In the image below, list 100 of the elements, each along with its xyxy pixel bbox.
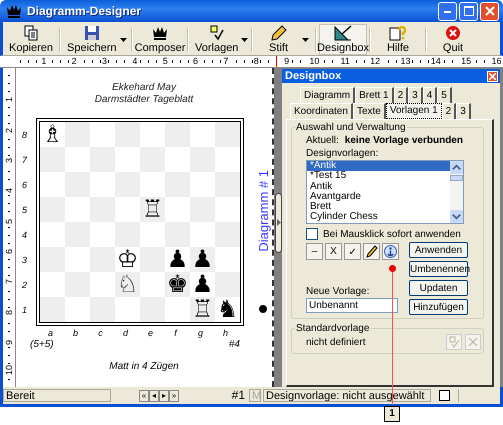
file-label: b [72, 328, 79, 338]
rank-label: 3 [22, 254, 28, 266]
tab[interactable]: Koordinaten [290, 103, 353, 119]
tab[interactable]: 4 [422, 87, 438, 103]
scroll-down-icon[interactable] [450, 210, 463, 223]
tab[interactable]: Diagramm [300, 87, 356, 103]
help-icon [388, 25, 407, 41]
toolbar-button[interactable]: Designbox [319, 24, 367, 55]
toolbar-button[interactable]: Kopieren [5, 24, 57, 55]
new-template-label: Neue Vorlage: [306, 286, 370, 297]
file-label: d [122, 328, 130, 338]
list-item[interactable]: *Test 15 [307, 171, 450, 182]
scroll-up-icon[interactable] [450, 161, 463, 174]
ruler-number: 3 [4, 157, 14, 164]
chess-piece: ♟ [166, 247, 188, 272]
tab[interactable]: Vorlagen 1 [386, 103, 442, 119]
list-item[interactable]: Avantgarde [307, 192, 450, 202]
callout-label: 1 [384, 406, 400, 422]
board-square [40, 147, 65, 172]
list-item[interactable]: Antik [307, 182, 450, 192]
chess-piece: ♔ [116, 247, 138, 272]
ruler-number: 8 [252, 56, 260, 67]
ruler-number: 10 [4, 364, 14, 376]
copy-icon [23, 25, 39, 41]
pencil-icon [366, 245, 378, 258]
ruler-number: 4 [4, 187, 14, 194]
current-label: Aktuell: [306, 135, 339, 146]
crown-icon [6, 4, 22, 18]
board-square [65, 122, 90, 147]
close-icon [484, 6, 494, 16]
list-item[interactable]: Cylinder Chess [307, 212, 450, 223]
scroll-thumb[interactable] [450, 175, 463, 181]
navigation-button[interactable]: » [169, 390, 179, 402]
push-button[interactable]: Hinzufügen [409, 299, 468, 315]
tab[interactable]: Texte [352, 103, 386, 119]
stipulation-code: #4 [228, 339, 240, 350]
pencil-button[interactable] [363, 243, 380, 260]
tab[interactable]: Brett 1 [355, 87, 394, 103]
tab[interactable]: 2 [394, 87, 408, 103]
navigation-button[interactable]: ◂ [149, 390, 159, 402]
tab[interactable]: 2 [442, 103, 456, 119]
rank-label: 8 [22, 128, 28, 142]
icon-button[interactable]: ✓ [344, 243, 361, 260]
maximize-button[interactable] [459, 2, 478, 20]
ruler-number: 11 [339, 56, 351, 67]
scroll-bar[interactable] [450, 161, 463, 223]
minimize-button[interactable] [438, 2, 457, 20]
icon-button[interactable]: X [325, 243, 342, 260]
quit-icon [445, 25, 461, 41]
ruler-number: 5 [4, 218, 14, 225]
chess-piece: ♖ [192, 297, 214, 322]
window-title: Diagramm-Designer [27, 4, 142, 18]
rank-label: 2 [22, 278, 28, 292]
panel-handle[interactable] [275, 192, 282, 252]
icon-button[interactable]: – [306, 243, 323, 260]
minimize-icon [444, 10, 452, 12]
close-button[interactable] [480, 2, 499, 20]
toolbar-button[interactable]: Vorlagen [191, 24, 249, 55]
status-text: Bereit [3, 389, 111, 402]
info-icon [384, 245, 397, 258]
ruler-number: 15 [460, 56, 472, 67]
push-button[interactable]: Anwenden [409, 242, 468, 258]
toolbar-button[interactable]: Speichern [63, 24, 129, 55]
tab[interactable]: 3 [456, 103, 471, 119]
list-item[interactable]: *Antik [307, 161, 450, 172]
crown-icon [152, 25, 168, 41]
template-check-icon [448, 336, 460, 348]
apply-on-click-checkbox[interactable]: Bei Mausklick sofort anwenden [306, 228, 481, 240]
piece-count: (5+5) [30, 339, 54, 350]
rank-label: 4 [22, 228, 28, 242]
board-square [90, 297, 115, 322]
ruler-number: 12 [369, 56, 382, 67]
stipulation-text: Matt in 4 Zügen [109, 361, 179, 372]
source-text: Darmstädter Tageblatt [94, 94, 194, 106]
chess-piece: ♚ [166, 272, 188, 297]
board-square [115, 122, 140, 147]
ruler-number: 10 [308, 56, 320, 67]
toolbar-button[interactable]: Stift [255, 24, 313, 55]
ruler-number: 3 [101, 56, 108, 67]
board-square [215, 172, 240, 197]
new-template-field[interactable]: Unbenannt [306, 298, 398, 313]
board-square [40, 247, 65, 272]
tab[interactable]: 3 [408, 87, 423, 103]
chess-piece: ♞ [216, 297, 238, 322]
push-button[interactable]: Updaten [409, 280, 468, 296]
ruler-number: 8 [4, 308, 14, 316]
file-label: e [146, 328, 154, 338]
file-label: h [222, 328, 229, 338]
navigation-button[interactable]: ▸ [159, 390, 169, 402]
tab[interactable]: 5 [437, 87, 452, 103]
navigation-button[interactable]: « [139, 390, 149, 402]
diagram-caption: Diagramm # 1 [256, 170, 270, 252]
close-button[interactable] [487, 70, 498, 82]
board-square [40, 197, 65, 222]
ruler-number: 9 [283, 56, 290, 67]
toolbar-button[interactable]: Hilfe [373, 24, 423, 55]
list-item[interactable]: Brett [307, 202, 450, 212]
toolbar-button[interactable]: Quit [429, 24, 477, 55]
toolbar-button[interactable]: Composer [135, 24, 185, 55]
info-button[interactable] [382, 243, 399, 260]
